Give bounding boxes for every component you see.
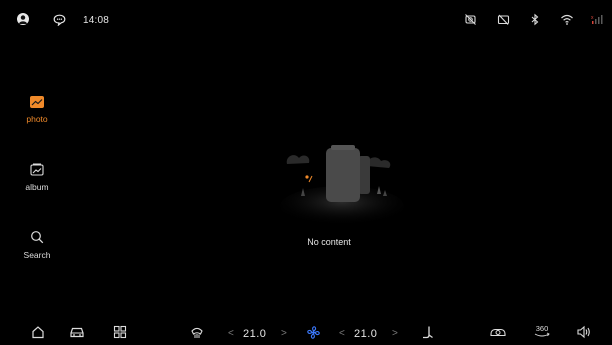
- right-temp-value: 21.0: [354, 328, 378, 340]
- wifi-icon: [560, 13, 574, 31]
- message-icon[interactable]: [53, 13, 66, 31]
- view-360-icon[interactable]: 360: [532, 323, 552, 344]
- album-icon: [14, 163, 60, 178]
- left-temp-value: 21.0: [243, 328, 267, 340]
- sidebar-item-label: Search: [23, 250, 51, 260]
- sidebar-item-label: photo: [26, 114, 48, 124]
- right-temp-down-button[interactable]: <: [339, 328, 345, 339]
- search-icon: [14, 230, 60, 246]
- no-camera-icon: [464, 13, 477, 31]
- fan-icon[interactable]: [306, 325, 321, 345]
- user-avatar-icon[interactable]: [17, 13, 29, 25]
- sidebar-item-label: album: [25, 182, 49, 192]
- empty-state-text: No content: [307, 237, 351, 247]
- bluetooth-icon: [530, 13, 540, 31]
- car-mode-icon[interactable]: [489, 325, 507, 344]
- screen-off-icon: [497, 13, 510, 31]
- home-icon[interactable]: [31, 325, 45, 344]
- sidebar-item-search[interactable]: Search: [14, 230, 60, 260]
- left-temp-down-button[interactable]: <: [228, 328, 234, 339]
- svg-text:x: x: [591, 15, 594, 21]
- status-bar: 14:08 x: [9, 8, 608, 32]
- left-temp-up-button[interactable]: >: [281, 328, 287, 339]
- seat-heat-icon[interactable]: [421, 325, 435, 345]
- status-time: 14:08: [83, 15, 110, 26]
- defrost-icon[interactable]: [190, 325, 204, 344]
- sidebar-item-photo[interactable]: photo: [14, 96, 60, 124]
- screen: 14:08 x photo album Search No content < …: [9, 8, 608, 345]
- bottom-dock: < 21.0 > < 21.0 > 360: [9, 321, 608, 345]
- volume-icon[interactable]: [576, 325, 592, 344]
- car-icon[interactable]: [69, 325, 85, 344]
- photo-icon: [14, 96, 60, 110]
- empty-state-illustration: [279, 136, 409, 231]
- apps-grid-icon[interactable]: [113, 325, 127, 344]
- view-360-label: 360: [536, 324, 549, 333]
- signal-icon: x: [591, 13, 603, 31]
- right-temp-up-button[interactable]: >: [392, 328, 398, 339]
- sidebar-item-album[interactable]: album: [14, 163, 60, 192]
